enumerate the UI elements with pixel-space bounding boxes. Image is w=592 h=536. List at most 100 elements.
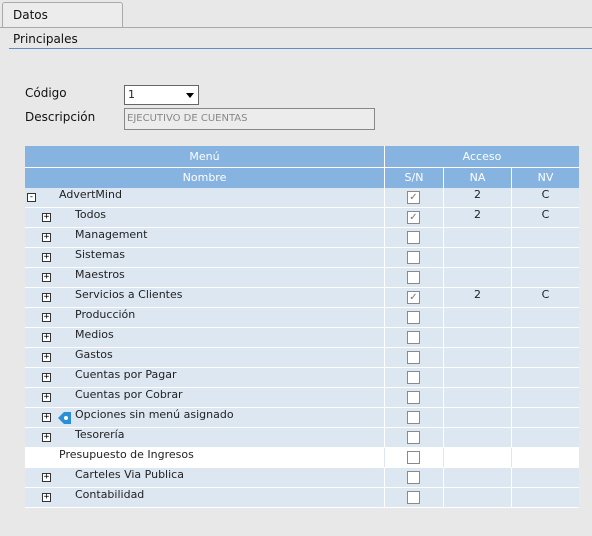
table-row[interactable]: + Producción (25, 308, 579, 328)
column-separator (384, 408, 385, 427)
column-separator (443, 248, 444, 267)
codigo-select[interactable]: 1 (124, 85, 199, 105)
table-row[interactable]: + Management (25, 228, 579, 248)
row-name: Tesorería (75, 428, 125, 441)
column-separator (443, 488, 444, 507)
expand-icon[interactable]: + (42, 273, 51, 282)
column-separator (384, 308, 385, 327)
table-row[interactable]: + Servicios a Clientes ✓ 2 C (25, 288, 579, 308)
column-separator (511, 428, 512, 447)
column-separator (384, 328, 385, 347)
row-name: Management (75, 228, 148, 241)
table-row[interactable]: + Carteles Via Publica (25, 468, 579, 488)
table-row[interactable]: + Contabilidad (25, 488, 579, 508)
access-checkbox[interactable] (407, 431, 420, 444)
row-name: AdvertMind (59, 188, 122, 201)
column-separator (384, 288, 385, 307)
row-name: Gastos (75, 348, 113, 361)
column-separator (384, 388, 385, 407)
access-checkbox[interactable] (407, 251, 420, 264)
column-separator (384, 208, 385, 227)
expand-icon[interactable]: + (42, 233, 51, 242)
access-checkbox[interactable] (407, 271, 420, 284)
table-row[interactable]: + Tesorería (25, 428, 579, 448)
nv-value[interactable]: C (512, 188, 579, 201)
expand-icon[interactable]: + (42, 313, 51, 322)
expand-icon[interactable]: + (42, 293, 51, 302)
access-checkbox[interactable] (407, 391, 420, 404)
row-name: Cuentas por Cobrar (75, 388, 183, 401)
table-row[interactable]: + Cuentas por Pagar (25, 368, 579, 388)
table-row[interactable]: + Maestros (25, 268, 579, 288)
expand-icon[interactable]: + (42, 493, 51, 502)
row-name: Sistemas (75, 248, 126, 261)
table-row[interactable]: Presupuesto de Ingresos (25, 448, 579, 468)
column-separator (511, 488, 512, 507)
expand-icon[interactable]: + (42, 413, 51, 422)
na-value[interactable]: 2 (444, 188, 511, 201)
nv-value[interactable]: C (512, 288, 579, 301)
column-separator (511, 308, 512, 327)
column-separator (511, 408, 512, 427)
access-checkbox[interactable] (407, 451, 420, 464)
access-checkbox[interactable] (407, 491, 420, 504)
access-checkbox[interactable] (407, 331, 420, 344)
expand-icon[interactable]: + (42, 253, 51, 262)
access-checkbox[interactable] (407, 411, 420, 424)
column-separator (384, 448, 385, 467)
row-name: Contabilidad (75, 488, 145, 501)
expand-icon[interactable]: + (42, 353, 51, 362)
table-row[interactable]: + Cuentas por Cobrar (25, 388, 579, 408)
chevron-down-icon[interactable] (186, 93, 194, 98)
column-separator (384, 188, 385, 207)
access-checkbox[interactable]: ✓ (407, 191, 420, 204)
column-separator (384, 488, 385, 507)
column-separator (511, 368, 512, 387)
column-separator (384, 268, 385, 287)
expand-icon[interactable]: + (42, 393, 51, 402)
col-sn[interactable]: S/N (384, 168, 443, 188)
column-separator (511, 448, 512, 467)
expand-icon[interactable]: + (42, 333, 51, 342)
access-checkbox[interactable]: ✓ (407, 211, 420, 224)
col-nv[interactable]: NV (511, 168, 579, 188)
table-row[interactable]: + Gastos (25, 348, 579, 368)
row-name: Producción (75, 308, 136, 321)
nv-value[interactable]: C (512, 208, 579, 221)
divider (9, 48, 592, 49)
column-separator (511, 388, 512, 407)
row-name: Servicios a Clientes (75, 288, 183, 301)
tab-datos-principales[interactable]: Datos Principales (2, 2, 123, 46)
expand-icon[interactable]: + (42, 213, 51, 222)
descripcion-field[interactable]: EJECUTIVO DE CUENTAS (124, 108, 375, 130)
row-name: Todos (75, 208, 107, 221)
access-checkbox[interactable] (407, 371, 420, 384)
tab-bar: Datos Principales (0, 0, 592, 46)
row-name: Carteles Via Publica (75, 468, 184, 481)
collapse-icon[interactable]: - (27, 193, 36, 202)
access-checkbox[interactable] (407, 471, 420, 484)
col-na[interactable]: NA (443, 168, 511, 188)
grid-column-header: Nombre S/N NA NV (25, 167, 579, 188)
expand-icon[interactable]: + (42, 373, 51, 382)
table-row[interactable]: - AdvertMind ✓ 2 C (25, 188, 579, 208)
access-checkbox[interactable]: ✓ (407, 291, 420, 304)
column-separator (443, 388, 444, 407)
expand-icon[interactable]: + (42, 473, 51, 482)
col-nombre[interactable]: Nombre (25, 168, 384, 188)
grid-group-header: Menú Acceso (25, 146, 579, 167)
column-separator (443, 348, 444, 367)
na-value[interactable]: 2 (444, 208, 511, 221)
access-checkbox[interactable] (407, 231, 420, 244)
na-value[interactable]: 2 (444, 288, 511, 301)
codigo-label: Código (25, 86, 67, 100)
access-checkbox[interactable] (407, 351, 420, 364)
table-row[interactable]: + Sistemas (25, 248, 579, 268)
table-row[interactable]: + Opciones sin menú asignado (25, 408, 579, 428)
access-checkbox[interactable] (407, 311, 420, 324)
column-separator (443, 328, 444, 347)
table-row[interactable]: + Medios (25, 328, 579, 348)
column-separator (443, 448, 444, 467)
table-row[interactable]: + Todos ✓ 2 C (25, 208, 579, 228)
expand-icon[interactable]: + (42, 433, 51, 442)
